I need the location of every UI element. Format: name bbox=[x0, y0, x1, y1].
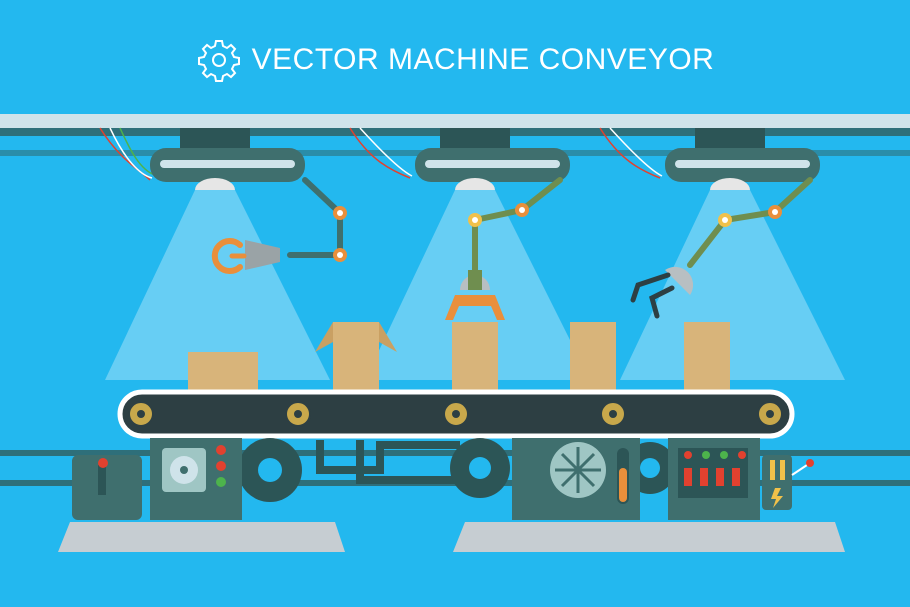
conveyor-illustration: VECTOR MACHINE CONVEYOR bbox=[0, 0, 910, 607]
box-3 bbox=[452, 322, 498, 392]
control-unit-middle bbox=[512, 438, 640, 520]
light-beam bbox=[105, 190, 330, 380]
pipes bbox=[316, 440, 470, 484]
box-4 bbox=[570, 322, 616, 392]
box-1 bbox=[188, 352, 258, 392]
floor-platform-right bbox=[453, 522, 845, 552]
box-5 bbox=[684, 322, 730, 392]
top-rail bbox=[0, 114, 910, 128]
lamp-head-3 bbox=[620, 128, 845, 380]
factory-scene bbox=[0, 114, 910, 552]
floor-platform-left bbox=[58, 522, 345, 552]
conveyor-belt bbox=[117, 389, 795, 439]
